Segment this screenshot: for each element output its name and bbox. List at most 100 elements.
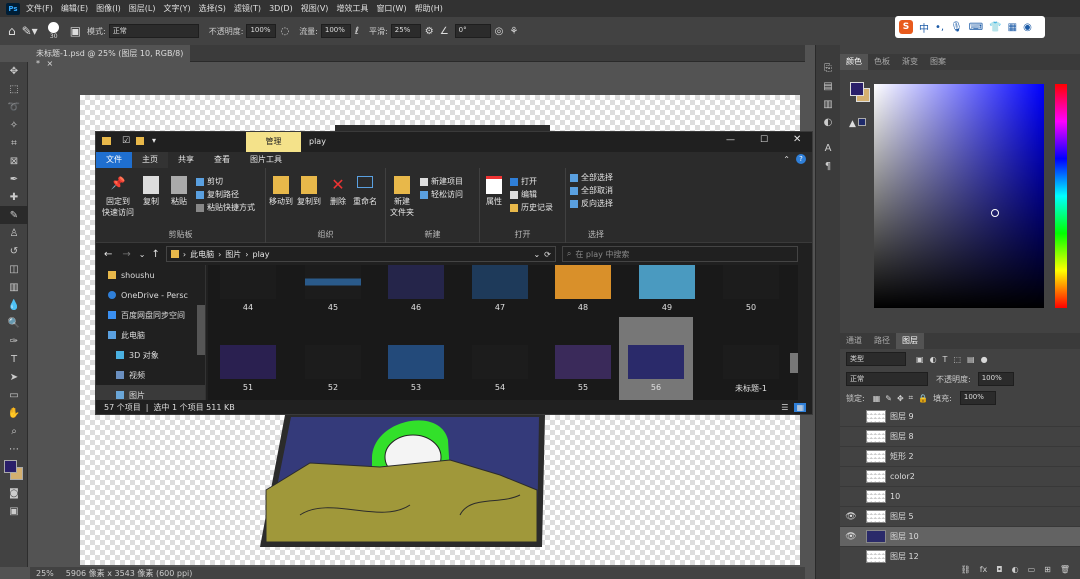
- copy-to-button[interactable]: 复制到: [296, 176, 322, 207]
- quick-mask-icon[interactable]: ◙: [0, 484, 28, 502]
- healing-brush-tool-icon[interactable]: ✚: [0, 188, 28, 206]
- brush-settings-icon[interactable]: ▣: [70, 21, 81, 41]
- foreground-color-swatch[interactable]: [4, 460, 17, 473]
- file-item[interactable]: 45: [301, 265, 365, 345]
- move-tool-icon[interactable]: ✥: [0, 62, 28, 80]
- fx-icon[interactable]: fx: [980, 565, 988, 579]
- menu-help[interactable]: 帮助(H): [415, 3, 443, 14]
- nav-item-baidu[interactable]: 百度网盘同步空间: [96, 305, 205, 325]
- tab-home[interactable]: 主页: [132, 152, 168, 168]
- path-select-tool-icon[interactable]: ➤: [0, 368, 28, 386]
- file-item[interactable]: 46: [384, 265, 448, 345]
- address-bar[interactable]: › 此电脑 › 图片 › play ⌄ ⟳: [165, 246, 556, 262]
- pressure-opacity-icon[interactable]: ◌: [280, 21, 289, 41]
- properties-panel-icon[interactable]: ▥: [816, 95, 840, 113]
- breadcrumb-play[interactable]: play: [252, 250, 269, 259]
- eyedropper-tool-icon[interactable]: ✒: [0, 170, 28, 188]
- file-item[interactable]: 53: [384, 345, 448, 400]
- menu-window[interactable]: 窗口(W): [376, 3, 406, 14]
- nav-item-this-pc[interactable]: 此电脑: [96, 325, 205, 345]
- recent-locations-icon[interactable]: ⌄: [139, 250, 146, 259]
- file-item[interactable]: 44: [216, 265, 280, 345]
- lock-all-icon[interactable]: 🔒: [918, 394, 928, 403]
- content-scrollbar[interactable]: [790, 353, 798, 373]
- brush-tool-icon[interactable]: ✎: [0, 206, 28, 224]
- cut-button[interactable]: 剪切: [196, 176, 223, 187]
- customize-quick-icon[interactable]: ▾: [152, 136, 156, 145]
- rename-button[interactable]: 重命名: [352, 176, 378, 207]
- adjustment-icon[interactable]: ◐: [1012, 565, 1019, 579]
- tab-swatches[interactable]: 色板: [868, 54, 896, 70]
- lock-position-icon[interactable]: ✥: [897, 394, 904, 403]
- edit-button[interactable]: 编辑: [510, 189, 537, 200]
- new-layer-icon[interactable]: ⊞: [1044, 565, 1051, 579]
- hand-tool-icon[interactable]: ✋: [0, 404, 28, 422]
- angle-input[interactable]: 0°: [454, 24, 491, 38]
- tab-layers[interactable]: 图层: [896, 333, 924, 349]
- select-all-button[interactable]: 全部选择: [570, 172, 613, 183]
- home-icon[interactable]: ⌂: [8, 21, 16, 41]
- history-brush-tool-icon[interactable]: ↺: [0, 242, 28, 260]
- color-field[interactable]: [874, 84, 1044, 308]
- file-item[interactable]: 55: [551, 345, 615, 400]
- frame-tool-icon[interactable]: ⊠: [0, 152, 28, 170]
- layer-row[interactable]: 图层 8: [840, 427, 1080, 447]
- menu-image[interactable]: 图像(I): [96, 3, 121, 14]
- folder-icon[interactable]: ▭: [1028, 565, 1036, 579]
- invert-selection-button[interactable]: 反向选择: [570, 198, 613, 209]
- nav-scrollbar[interactable]: [197, 305, 205, 355]
- rectangle-tool-icon[interactable]: ▭: [0, 386, 28, 404]
- close-icon[interactable]: ✕: [793, 134, 801, 145]
- mode-select[interactable]: 正常: [108, 24, 199, 38]
- close-tab-icon[interactable]: ×: [47, 59, 54, 68]
- details-view-icon[interactable]: ☰: [781, 403, 788, 412]
- layer-row[interactable]: 图层 12: [840, 547, 1080, 567]
- menu-filter[interactable]: 滤镜(T): [234, 3, 261, 14]
- microphone-icon[interactable]: 🎙: [950, 22, 963, 33]
- nav-item-3d-objects[interactable]: 3D 对象: [96, 345, 205, 365]
- hue-slider[interactable]: [1055, 84, 1067, 308]
- dodge-tool-icon[interactable]: 🔍: [0, 314, 28, 332]
- delete-button[interactable]: ✕ 删除: [328, 176, 348, 207]
- menu-select[interactable]: 选择(S): [199, 3, 226, 14]
- adjustments-panel-icon[interactable]: ◐: [816, 113, 840, 131]
- gradient-tool-icon[interactable]: ▥: [0, 278, 28, 296]
- tab-gradients[interactable]: 渐变: [896, 54, 924, 70]
- file-item[interactable]: 47: [468, 265, 532, 345]
- refresh-icon[interactable]: ⟳: [544, 250, 551, 259]
- search-box[interactable]: ⌕ 在 play 中搜索: [561, 246, 798, 262]
- filter-shape-icon[interactable]: ⬚: [953, 355, 961, 364]
- eye-icon[interactable]: 👁: [840, 532, 862, 542]
- menu-3d[interactable]: 3D(D): [269, 4, 293, 13]
- easy-access-button[interactable]: 轻松访问: [420, 189, 463, 200]
- marquee-tool-icon[interactable]: ⬚: [0, 80, 28, 98]
- paste-shortcut-button[interactable]: 粘贴快捷方式: [196, 202, 255, 213]
- minimize-icon[interactable]: —: [726, 135, 735, 145]
- new-item-button[interactable]: 新建项目: [420, 176, 463, 187]
- eye-icon[interactable]: 👁: [840, 512, 862, 522]
- file-item[interactable]: 54: [468, 345, 532, 400]
- lock-pixels-icon[interactable]: ✎: [885, 394, 892, 403]
- history-button[interactable]: 历史记录: [510, 202, 553, 213]
- forward-icon[interactable]: →: [122, 249, 130, 260]
- new-folder-button[interactable]: 新建 文件夹: [388, 176, 416, 218]
- skin-icon[interactable]: 👕: [989, 22, 1001, 33]
- airbrush-icon[interactable]: ℓ: [355, 21, 359, 41]
- pen-tool-icon[interactable]: ✑: [0, 332, 28, 350]
- search-input[interactable]: 在 play 中搜索: [575, 249, 629, 260]
- nav-item-shoushu[interactable]: shoushu: [96, 265, 205, 285]
- toolbox-icon[interactable]: ▦: [1008, 22, 1017, 33]
- opacity-input[interactable]: 100%: [246, 24, 277, 38]
- open-button[interactable]: 打开: [510, 176, 537, 187]
- copy-path-button[interactable]: 复制路径: [196, 189, 239, 200]
- screen-mode-icon[interactable]: ▣: [0, 502, 28, 520]
- filter-smart-icon[interactable]: ▤: [967, 355, 975, 364]
- file-item[interactable]: 51: [216, 345, 280, 400]
- lock-artboard-icon[interactable]: ⌗: [909, 393, 914, 403]
- new-folder-quick-icon[interactable]: [136, 137, 144, 145]
- filter-adjust-icon[interactable]: ◐: [930, 355, 937, 364]
- tab-file[interactable]: 文件: [96, 152, 132, 168]
- filter-toggle-icon[interactable]: ●: [981, 355, 988, 364]
- layer-opacity-input[interactable]: 100%: [977, 372, 1014, 386]
- file-item[interactable]: 48: [551, 265, 615, 345]
